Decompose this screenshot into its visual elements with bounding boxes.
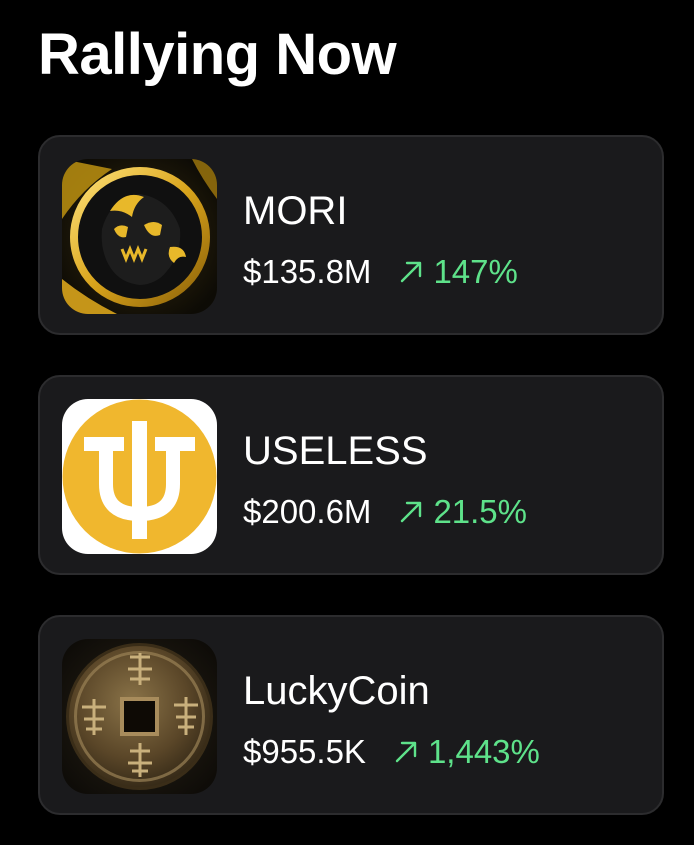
token-card-mori[interactable]: MORI $135.8M 147% — [38, 135, 664, 335]
price-change: 1,443% — [392, 732, 540, 772]
token-card-luckycoin[interactable]: LuckyCoin $955.5K 1,443% — [38, 615, 664, 815]
useless-logo — [62, 399, 217, 554]
token-name: USELESS — [243, 429, 428, 473]
arrow-up-right-icon — [397, 498, 425, 526]
token-name: MORI — [243, 189, 348, 233]
token-card-useless[interactable]: USELESS $200.6M 21.5% — [38, 375, 664, 575]
market-cap: $955.5K — [243, 733, 366, 770]
price-change-value: 21.5% — [433, 493, 528, 530]
price-change-value: 147% — [433, 253, 518, 290]
luckycoin-logo — [62, 639, 217, 794]
token-stats: $135.8M 147% — [243, 252, 518, 292]
market-cap: $200.6M — [243, 493, 372, 530]
price-change-value: 1,443% — [427, 733, 540, 770]
arrow-up-right-icon — [397, 258, 425, 286]
rallying-now-screen: Rallying Now MORI $135.8M 147% USELESS $… — [0, 0, 694, 845]
price-change: 147% — [397, 252, 518, 292]
mori-logo — [62, 159, 217, 314]
token-name: LuckyCoin — [243, 669, 430, 713]
arrow-up-right-icon — [392, 738, 420, 766]
token-stats: $200.6M 21.5% — [243, 492, 527, 532]
token-stats: $955.5K 1,443% — [243, 732, 540, 772]
price-change: 21.5% — [397, 492, 527, 532]
page-title: Rallying Now — [38, 22, 397, 87]
market-cap: $135.8M — [243, 253, 372, 290]
